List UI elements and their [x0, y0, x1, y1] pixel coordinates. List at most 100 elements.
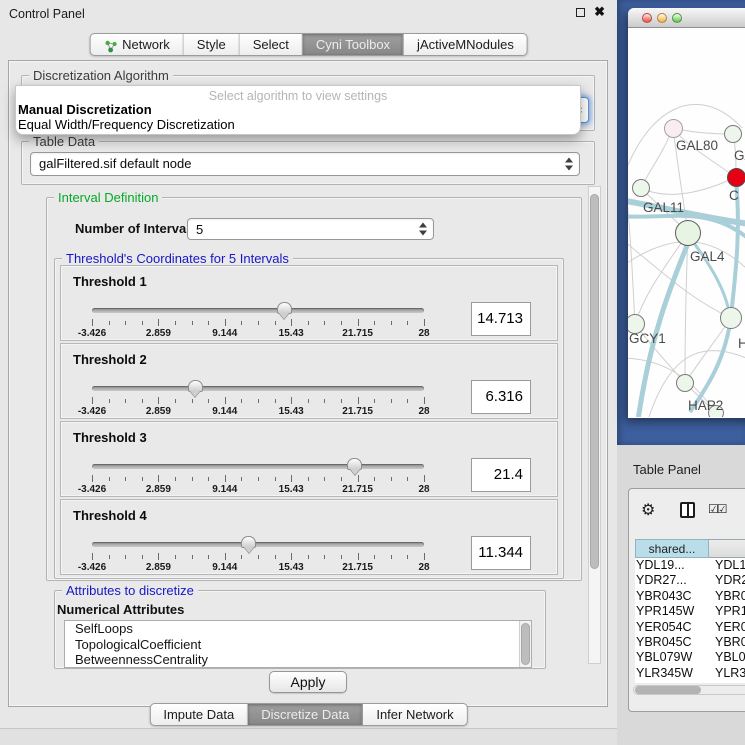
- slider-thumb[interactable]: [188, 380, 203, 392]
- attribute-list-item[interactable]: TopologicalCoefficient: [65, 637, 531, 653]
- table-data-combobox[interactable]: galFiltered.sif default node: [30, 152, 580, 176]
- slider-track[interactable]: [92, 386, 424, 391]
- panel-scrollbar[interactable]: [588, 186, 601, 664]
- table-row[interactable]: YIL052CYIL052C: [635, 681, 745, 683]
- numerical-attributes-list[interactable]: SelfLoopsTopologicalCoefficientBetweenne…: [64, 620, 532, 668]
- attributes-group: Attributes to discretize Numerical Attri…: [54, 590, 546, 669]
- threshold-label: Threshold 1: [73, 274, 147, 289]
- network-canvas[interactable]: GAL80GACGAL11GAL4GCY1HHAP2: [628, 28, 745, 417]
- table-cell: YLR345W: [709, 666, 745, 681]
- tick-mark: [92, 553, 93, 560]
- tab-discretize-data[interactable]: Discretize Data: [248, 704, 363, 725]
- tab-cyni-toolbox[interactable]: Cyni Toolbox: [303, 34, 404, 55]
- network-node[interactable]: [727, 168, 745, 187]
- node-label: H: [738, 336, 745, 351]
- network-window-titlebar[interactable]: [628, 8, 745, 28]
- tab-infer-network[interactable]: Infer Network: [363, 704, 466, 725]
- attribute-list-item[interactable]: BetweennessCentrality: [65, 652, 531, 668]
- table-row[interactable]: YBR045CYBR045C: [635, 635, 745, 650]
- network-node[interactable]: [664, 119, 683, 138]
- float-icon[interactable]: [576, 8, 585, 17]
- table-horizontal-scrollbar-thumb[interactable]: [635, 686, 701, 694]
- tick-mark: [341, 555, 342, 559]
- bottom-strip: [0, 728, 617, 745]
- table-row[interactable]: YLR345WYLR345W: [635, 666, 745, 681]
- dropdown-option[interactable]: Equal Width/Frequency Discretization: [16, 118, 580, 133]
- close-traffic-light-icon[interactable]: [642, 13, 652, 23]
- table-row[interactable]: YBL079WYBL079W: [635, 650, 745, 665]
- tick-mark: [158, 553, 159, 560]
- tab-impute-data[interactable]: Impute Data: [150, 704, 248, 725]
- table-row[interactable]: YPR145WYPR145W: [635, 604, 745, 619]
- tick-label: -3.426: [78, 562, 106, 573]
- slider-track[interactable]: [92, 308, 424, 313]
- node-label: C: [729, 188, 739, 203]
- tick-mark: [208, 399, 209, 403]
- table-row[interactable]: YER054CYER054C: [635, 620, 745, 635]
- threshold-slider[interactable]: -3.4262.8599.14415.4321.71528: [92, 380, 424, 418]
- table-row[interactable]: YDL19...YDL19: [635, 558, 745, 573]
- attribute-list-item[interactable]: SelfLoops: [65, 621, 531, 637]
- tab-network[interactable]: Network: [90, 34, 184, 55]
- tab-style[interactable]: Style: [184, 34, 240, 55]
- tick-mark: [291, 553, 292, 560]
- slider-track[interactable]: [92, 542, 424, 547]
- gear-icon[interactable]: ⚙: [641, 500, 655, 520]
- slider-track[interactable]: [92, 464, 424, 469]
- threshold-value-field[interactable]: 11.344: [471, 536, 531, 570]
- minimize-traffic-light-icon[interactable]: [657, 13, 667, 23]
- dropdown-option[interactable]: Manual Discretization: [16, 103, 580, 118]
- network-node[interactable]: [675, 220, 701, 246]
- node-label: GAL80: [676, 138, 718, 153]
- zoom-traffic-light-icon[interactable]: [672, 13, 682, 23]
- slider-thumb[interactable]: [241, 536, 256, 548]
- tick-mark: [407, 477, 408, 481]
- algorithm-dropdown-popup: Select algorithm to view settings Manual…: [15, 85, 581, 135]
- tick-mark: [241, 399, 242, 403]
- network-node[interactable]: [724, 125, 742, 143]
- list-scrollbar[interactable]: [519, 621, 531, 667]
- panel-scrollbar-thumb[interactable]: [590, 194, 599, 569]
- table-row[interactable]: YBR043CYBR043C: [635, 589, 745, 604]
- network-node[interactable]: [720, 307, 742, 329]
- num-intervals-combobox[interactable]: 5: [187, 218, 434, 240]
- column-header[interactable]: n: [709, 539, 745, 558]
- tick-label: 15.43: [279, 406, 304, 417]
- network-node[interactable]: [676, 374, 694, 392]
- thresholds-group: Threshold's Coordinates for 5 Intervals …: [54, 258, 564, 579]
- threshold-slider[interactable]: -3.4262.8599.14415.4321.71528: [92, 536, 424, 574]
- table-cell: YPR145W: [635, 604, 709, 619]
- tab-select[interactable]: Select: [240, 34, 303, 55]
- apply-button[interactable]: Apply: [269, 671, 347, 693]
- tick-mark: [142, 477, 143, 481]
- slider-thumb[interactable]: [347, 458, 362, 470]
- threshold-value-field[interactable]: 6.316: [471, 380, 531, 414]
- threshold-value-field[interactable]: 21.4: [471, 458, 531, 492]
- tick-mark: [424, 475, 425, 482]
- interval-definition-label: Interval Definition: [54, 190, 162, 205]
- tick-label: 28: [418, 406, 429, 417]
- table-header-row: shared...n: [635, 539, 745, 558]
- node-label: GCY1: [629, 331, 666, 346]
- table-row[interactable]: YDR27...YDR27: [635, 573, 745, 588]
- network-node[interactable]: [632, 179, 650, 197]
- checkboxes-icon[interactable]: ☑☑: [708, 502, 726, 516]
- tab-jactivemnodules[interactable]: jActiveMNodules: [404, 34, 527, 55]
- threshold-slider[interactable]: -3.4262.8599.14415.4321.71528: [92, 302, 424, 340]
- tick-mark: [258, 477, 259, 481]
- close-icon[interactable]: ✖: [594, 6, 605, 18]
- discretization-algorithm-label: Discretization Algorithm: [29, 68, 173, 83]
- threshold-slider[interactable]: -3.4262.8599.14415.4321.71528: [92, 458, 424, 496]
- slider-thumb[interactable]: [277, 302, 292, 314]
- tick-mark: [341, 399, 342, 403]
- table-cell: YDL19: [709, 558, 745, 573]
- threshold-value-field[interactable]: 14.713: [471, 302, 531, 336]
- tick-mark: [291, 397, 292, 404]
- split-columns-icon[interactable]: [680, 502, 695, 518]
- slider-ticks: [92, 318, 424, 327]
- list-scrollbar-thumb[interactable]: [521, 623, 530, 665]
- tab-label: Impute Data: [163, 704, 234, 725]
- table-horizontal-scrollbar[interactable]: [633, 685, 745, 695]
- column-header[interactable]: shared...: [635, 539, 709, 558]
- tick-label: -3.426: [78, 328, 106, 339]
